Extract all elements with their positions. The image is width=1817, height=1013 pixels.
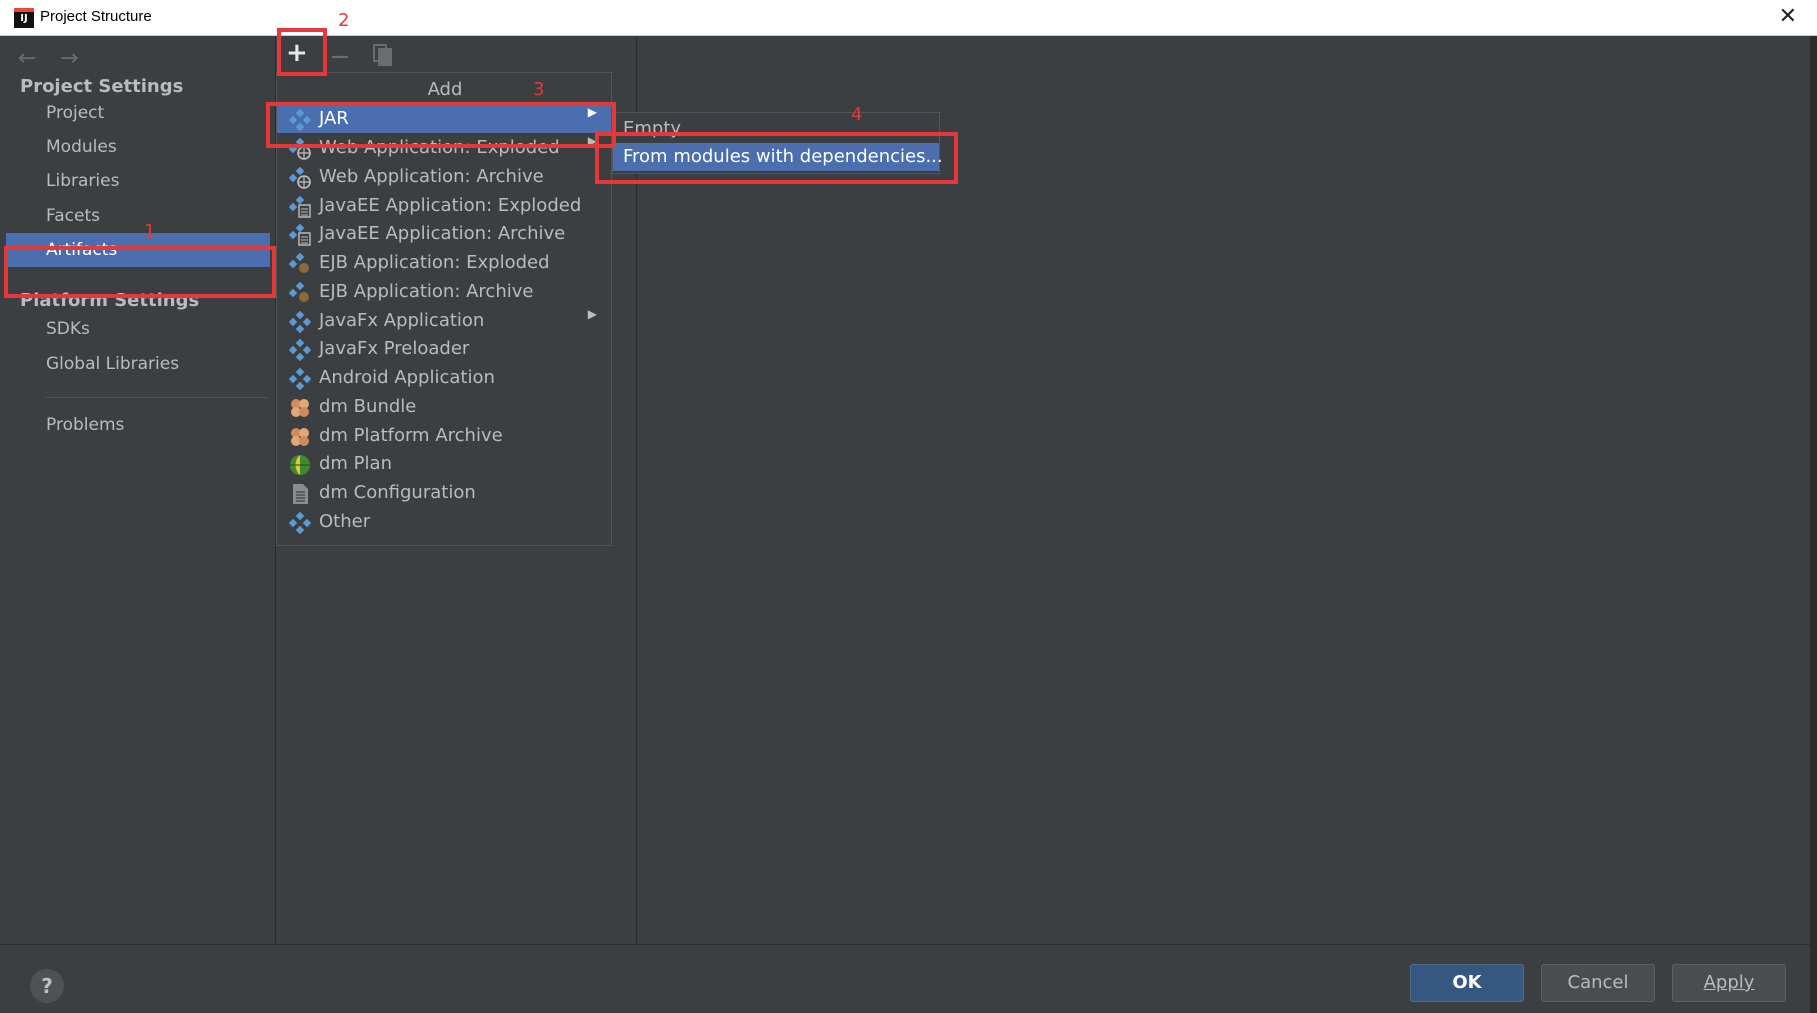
sidebar-item-project[interactable]: Project xyxy=(6,96,270,130)
artifact-icon xyxy=(288,338,312,362)
menu-item-android-application[interactable]: Android Application xyxy=(277,364,611,392)
project-structure-window: IJ Project Structure ✕ ← → Project Setti… xyxy=(0,0,1817,1013)
submenu-arrow-icon: ▶ xyxy=(587,105,597,119)
cancel-button[interactable]: Cancel xyxy=(1541,964,1655,1002)
artifact-icon xyxy=(288,108,312,132)
sidebar-item-libraries[interactable]: Libraries xyxy=(6,164,270,198)
menu-item-label: EJB Application: Archive xyxy=(319,281,534,302)
sidebar-item-problems[interactable]: Problems xyxy=(6,408,270,442)
sidebar-item-facets[interactable]: Facets xyxy=(6,199,270,233)
forward-arrow-icon[interactable]: → xyxy=(60,46,78,71)
menu-item-label: JavaEE Application: Archive xyxy=(319,223,566,244)
back-arrow-icon[interactable]: ← xyxy=(18,46,36,71)
window-edge xyxy=(1810,36,1817,1013)
menu-item-web-application-archive[interactable]: Web Application: Archive xyxy=(277,163,611,191)
web-app-icon xyxy=(288,166,311,189)
help-icon[interactable]: ? xyxy=(30,969,64,1003)
menu-item-label: Web Application: Exploded xyxy=(319,137,560,158)
platform-settings-header: Platform Settings xyxy=(20,290,200,311)
submenu-arrow-icon: ▶ xyxy=(587,307,597,321)
ok-button[interactable]: OK xyxy=(1410,964,1524,1002)
menu-item-javaee-application-archive[interactable]: JavaEE Application: Archive xyxy=(277,220,611,248)
bundle-icon xyxy=(289,397,311,419)
intellij-app-icon: IJ xyxy=(14,8,34,28)
javaee-icon xyxy=(288,223,311,246)
annotation-number-1: 1 xyxy=(144,221,156,242)
close-icon[interactable]: ✕ xyxy=(1779,4,1797,29)
menu-item-label: Android Application xyxy=(319,367,495,388)
menu-item-label: JavaFx Preloader xyxy=(319,338,470,359)
apply-button[interactable]: Apply xyxy=(1672,964,1786,1002)
menu-item-label: Web Application: Archive xyxy=(319,166,544,187)
sidebar-divider xyxy=(46,397,268,398)
bundle-icon xyxy=(289,426,311,448)
submenu-item-empty[interactable]: Empty xyxy=(613,115,939,143)
menu-item-web-application-exploded[interactable]: Web Application: Exploded ▶ xyxy=(277,134,611,162)
sidebar-item-global-libraries[interactable]: Global Libraries xyxy=(6,347,270,381)
ejb-icon xyxy=(288,252,311,275)
menu-item-dm-plan[interactable]: dm Plan xyxy=(277,450,611,478)
menu-item-other[interactable]: Other xyxy=(277,508,611,536)
web-app-icon xyxy=(288,137,311,160)
jar-submenu: Empty From modules with dependencies... xyxy=(612,112,943,174)
menu-item-javafx-application[interactable]: JavaFx Application ▶ xyxy=(277,307,611,335)
add-artifact-menu: Add JAR ▶ Web Application: Exploded ▶ Web Ap… xyxy=(276,72,612,546)
menu-item-label: Other xyxy=(319,511,371,532)
globe-icon xyxy=(289,454,311,476)
menu-item-javafx-preloader[interactable]: JavaFx Preloader xyxy=(277,335,611,363)
add-menu-title: Add xyxy=(427,79,463,100)
submenu-item-from-modules[interactable]: From modules with dependencies... xyxy=(613,143,943,171)
artifact-icon xyxy=(288,367,312,391)
window-title: Project Structure xyxy=(40,8,152,25)
add-artifact-button[interactable]: + xyxy=(286,38,308,68)
ejb-icon xyxy=(288,281,311,304)
sidebar-item-modules[interactable]: Modules xyxy=(6,130,270,164)
remove-artifact-button[interactable]: − xyxy=(329,42,351,72)
annotation-number-4: 4 xyxy=(851,104,863,125)
dialog-footer: ? OK Cancel Apply xyxy=(0,944,1817,1013)
menu-item-jar[interactable]: JAR ▶ xyxy=(277,105,611,133)
artifact-icon xyxy=(288,511,312,535)
settings-sidebar: ← → Project Settings Project Modules Lib… xyxy=(6,36,276,944)
annotation-number-3: 3 xyxy=(533,79,545,100)
project-settings-header: Project Settings xyxy=(20,76,184,97)
title-bar: IJ Project Structure ✕ xyxy=(0,0,1817,36)
menu-item-ejb-application-archive[interactable]: EJB Application: Archive xyxy=(277,278,611,306)
artifact-icon xyxy=(288,310,312,334)
javaee-icon xyxy=(288,195,311,218)
menu-item-label: JavaFx Application xyxy=(319,310,485,331)
menu-item-label: EJB Application: Exploded xyxy=(319,252,550,273)
menu-item-ejb-application-exploded[interactable]: EJB Application: Exploded xyxy=(277,249,611,277)
sidebar-item-sdks[interactable]: SDKs xyxy=(6,312,270,346)
menu-item-label: dm Configuration xyxy=(319,482,476,503)
menu-item-javaee-application-exploded[interactable]: JavaEE Application: Exploded xyxy=(277,192,611,220)
menu-item-label: JavaEE Application: Exploded xyxy=(319,195,582,216)
copy-icon[interactable] xyxy=(373,44,393,66)
submenu-arrow-icon: ▶ xyxy=(587,134,597,148)
menu-item-dm-platform-archive[interactable]: dm Platform Archive xyxy=(277,422,611,450)
menu-item-label: dm Platform Archive xyxy=(319,425,503,446)
annotation-number-2: 2 xyxy=(338,10,350,31)
menu-item-label: dm Plan xyxy=(319,453,392,474)
sidebar-item-artifacts[interactable]: Artifacts xyxy=(6,233,270,267)
menu-item-dm-bundle[interactable]: dm Bundle xyxy=(277,393,611,421)
menu-item-label: dm Bundle xyxy=(319,396,417,417)
document-icon xyxy=(289,483,311,505)
menu-item-dm-configuration[interactable]: dm Configuration xyxy=(277,479,611,507)
menu-item-label: JAR xyxy=(319,108,349,129)
